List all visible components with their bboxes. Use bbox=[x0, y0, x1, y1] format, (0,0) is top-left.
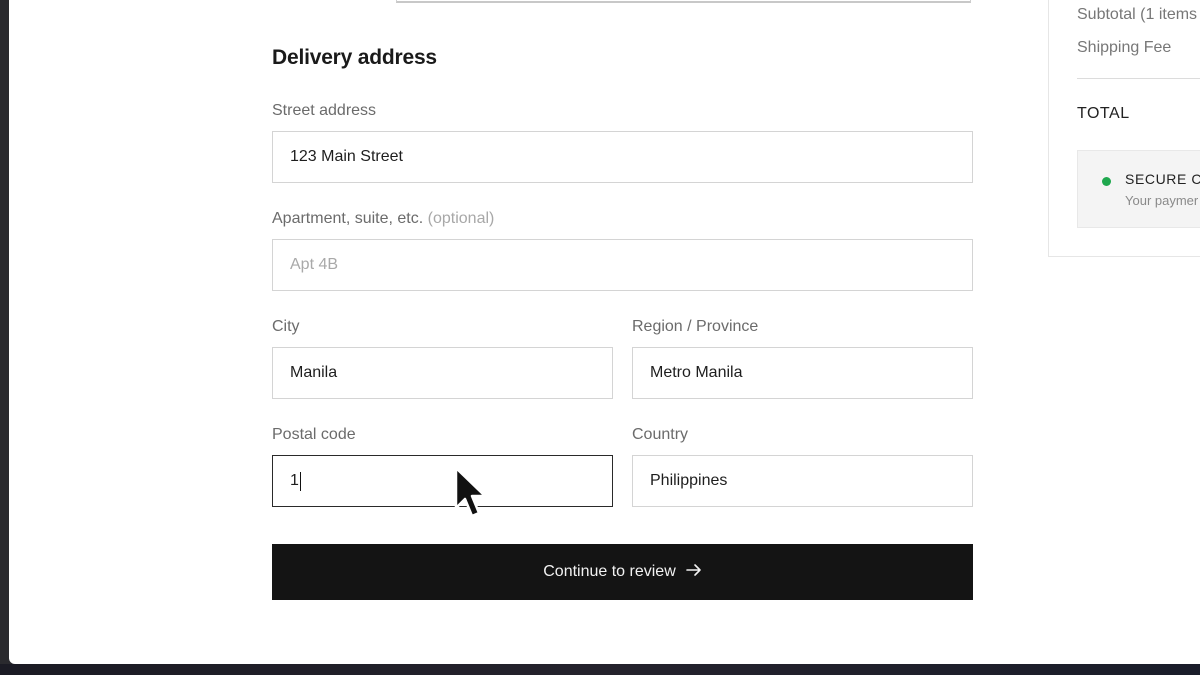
city-input[interactable]: Manila bbox=[272, 347, 613, 399]
country-label: Country bbox=[632, 426, 689, 443]
continue-to-review-button[interactable]: Continue to review bbox=[272, 544, 973, 600]
desktop-background bbox=[0, 664, 1200, 675]
region-input[interactable]: Metro Manila bbox=[632, 347, 973, 399]
postal-label: Postal code bbox=[272, 426, 356, 443]
secure-checkout-title: SECURE CH bbox=[1125, 171, 1200, 187]
secure-checkout-box: SECURE CH Your paymer bbox=[1077, 150, 1200, 228]
city-value: Manila bbox=[290, 364, 338, 381]
continue-label: Continue to review bbox=[543, 563, 676, 580]
optional-hint: (optional) bbox=[427, 210, 495, 227]
total-label: TOTAL bbox=[1077, 105, 1130, 122]
apartment-placeholder: Apt 4B bbox=[290, 256, 339, 273]
apartment-label-text: Apartment, suite, etc. bbox=[272, 210, 424, 227]
postal-value: 1 bbox=[290, 472, 299, 489]
summary-divider bbox=[1077, 78, 1200, 79]
street-input[interactable]: 123 Main Street bbox=[272, 131, 973, 183]
region-label: Region / Province bbox=[632, 318, 759, 335]
secure-status-dot-icon bbox=[1102, 177, 1111, 186]
arrow-right-icon bbox=[685, 562, 702, 582]
section-title: Delivery address bbox=[272, 46, 437, 69]
text-caret bbox=[299, 471, 301, 491]
previous-input-field[interactable] bbox=[396, 0, 971, 3]
postal-code-input[interactable]: 1 bbox=[272, 455, 613, 507]
city-label: City bbox=[272, 318, 300, 335]
checkout-window: Delivery address Street address 123 Main… bbox=[9, 0, 1200, 664]
region-value: Metro Manila bbox=[650, 364, 743, 381]
shipping-fee-label: Shipping Fee bbox=[1077, 39, 1172, 56]
country-value: Philippines bbox=[650, 472, 728, 489]
street-label: Street address bbox=[272, 102, 377, 119]
apartment-input[interactable]: Apt 4B bbox=[272, 239, 973, 291]
country-input[interactable]: Philippines bbox=[632, 455, 973, 507]
mouse-pointer-icon bbox=[453, 466, 489, 524]
order-summary-panel: Subtotal (1 items Shipping Fee TOTAL SEC… bbox=[1048, 0, 1200, 257]
secure-checkout-subtitle: Your paymer bbox=[1125, 193, 1199, 208]
apartment-label: Apartment, suite, etc. (optional) bbox=[272, 210, 494, 228]
subtotal-label: Subtotal (1 items bbox=[1077, 6, 1198, 23]
street-value: 123 Main Street bbox=[290, 148, 403, 165]
